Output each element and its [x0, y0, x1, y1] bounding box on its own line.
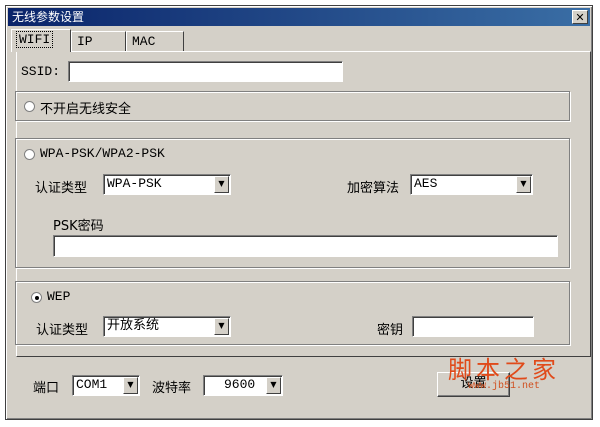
wep-radio[interactable] — [31, 292, 42, 303]
watermark-brand: 脚本之家 — [448, 356, 560, 384]
port-select[interactable]: COM1 ▼ — [72, 375, 140, 396]
wpa-auth-select[interactable]: WPA-PSK ▼ — [103, 174, 231, 195]
no-security-radio[interactable] — [24, 101, 35, 112]
port-label: 端口 — [33, 381, 60, 396]
watermark-logo: 脚本之家 www.jb51.net — [448, 350, 560, 392]
tab-mac[interactable]: MAC — [126, 31, 184, 51]
baud-select[interactable]: 9600 ▼ — [203, 375, 283, 396]
chevron-down-icon[interactable]: ▼ — [266, 377, 281, 394]
wpa-auth-value: WPA-PSK — [107, 176, 162, 191]
wep-auth-label: 认证类型 — [36, 323, 89, 338]
no-security-label: 不开启无线安全 — [40, 102, 132, 117]
window-title: 无线参数设置 — [12, 10, 85, 24]
baud-value: 9600 — [224, 377, 256, 392]
tab-ip[interactable]: IP — [71, 31, 126, 51]
chevron-down-icon[interactable]: ▼ — [214, 176, 229, 193]
wpa-label: WPA-PSK/WPA2-PSK — [40, 146, 165, 161]
ssid-input[interactable] — [68, 61, 343, 82]
radio-selected-dot — [35, 296, 39, 300]
wep-key-input[interactable] — [412, 316, 534, 337]
chevron-down-icon[interactable]: ▼ — [516, 176, 531, 193]
wep-auth-select[interactable]: 开放系统 ▼ — [103, 316, 231, 337]
wep-auth-value: 开放系统 — [107, 318, 160, 333]
chevron-down-icon[interactable]: ▼ — [214, 318, 229, 335]
close-icon: ✕ — [575, 11, 585, 24]
wpa-cipher-select[interactable]: AES ▼ — [410, 174, 533, 195]
tab-ip-label: IP — [77, 34, 93, 49]
wpa-radio[interactable] — [24, 149, 35, 160]
psk-label: PSK密码 — [53, 219, 104, 234]
wpa-cipher-value: AES — [414, 176, 438, 191]
ssid-label: SSID: — [21, 64, 61, 79]
close-button[interactable]: ✕ — [572, 10, 588, 24]
title-bar[interactable]: 无线参数设置 ✕ — [8, 8, 590, 26]
wep-label: WEP — [47, 289, 71, 304]
tab-wifi[interactable]: WIFI — [11, 29, 71, 52]
chevron-down-icon[interactable]: ▼ — [123, 377, 138, 394]
tab-mac-label: MAC — [132, 34, 156, 49]
psk-input[interactable] — [53, 235, 558, 257]
wpa-auth-label: 认证类型 — [35, 181, 88, 196]
baud-label: 波特率 — [152, 381, 192, 396]
wpa-cipher-label: 加密算法 — [347, 181, 400, 196]
wep-key-label: 密钥 — [377, 323, 404, 338]
port-value: COM1 — [76, 377, 108, 392]
tab-wifi-label: WIFI — [15, 31, 54, 48]
